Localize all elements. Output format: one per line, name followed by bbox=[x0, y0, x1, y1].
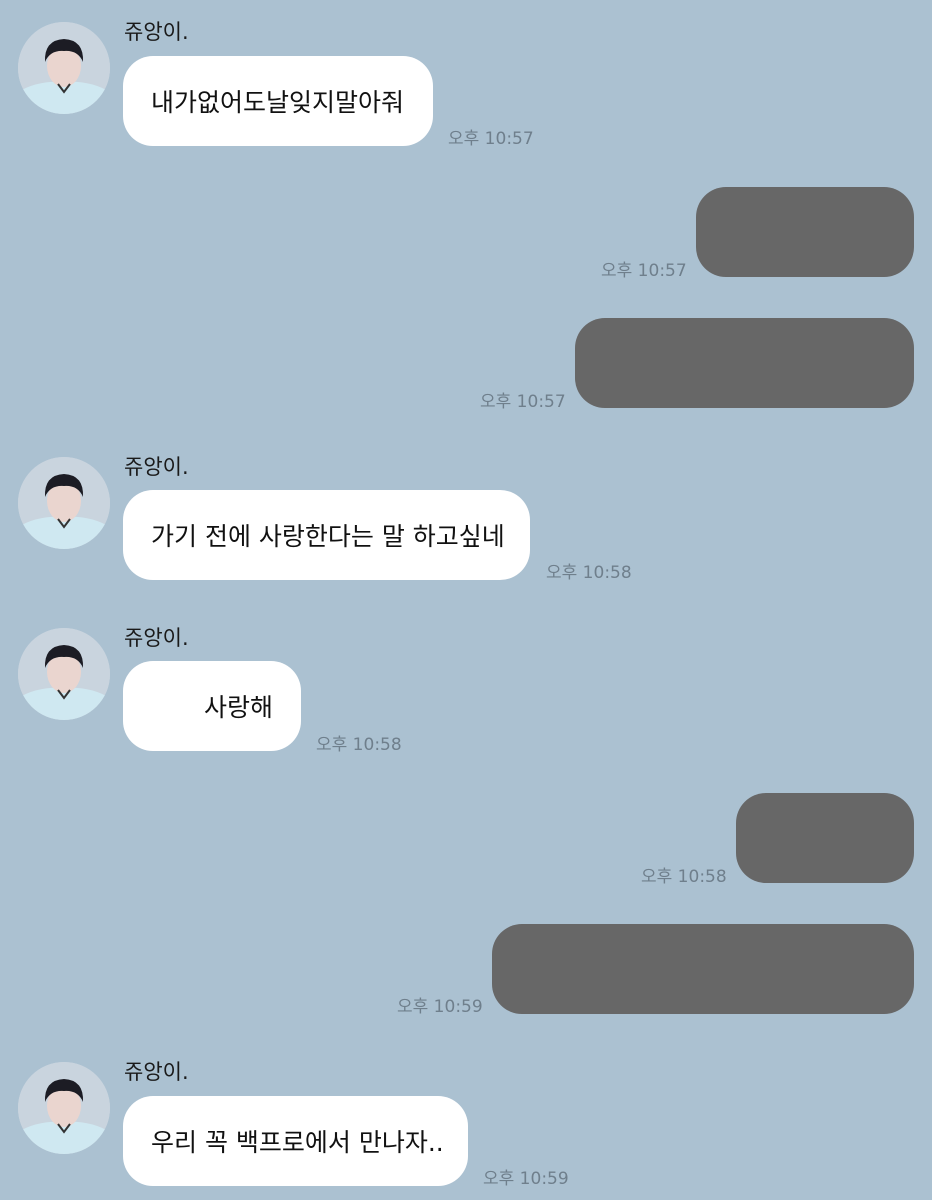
profile-photo-icon bbox=[18, 1062, 110, 1154]
avatar[interactable] bbox=[18, 22, 110, 114]
avatar[interactable] bbox=[18, 628, 110, 720]
message-timestamp: 오후 10:58 bbox=[546, 563, 632, 583]
sender-name: 쥬앙이. bbox=[124, 455, 189, 479]
message-timestamp: 오후 10:59 bbox=[483, 1169, 569, 1189]
message-bubble[interactable]: 사랑해 bbox=[123, 661, 301, 751]
message-text: 가기 전에 사랑한다는 말 하고싶네 bbox=[151, 522, 505, 551]
message-timestamp: 오후 10:57 bbox=[480, 392, 566, 412]
redacted-message-bubble[interactable] bbox=[492, 924, 914, 1014]
message-bubble[interactable]: 내가없어도날잊지말아줘 bbox=[123, 56, 433, 146]
redacted-message-bubble[interactable] bbox=[575, 318, 914, 408]
message-bubble[interactable]: 가기 전에 사랑한다는 말 하고싶네 bbox=[123, 490, 530, 580]
sender-name: 쥬앙이. bbox=[124, 1060, 189, 1084]
message-bubble[interactable]: 우리 꼭 백프로에서 만나자.. bbox=[123, 1096, 468, 1186]
message-text: 사랑해 bbox=[203, 693, 273, 722]
sender-name: 쥬앙이. bbox=[124, 626, 189, 650]
redacted-message-bubble[interactable] bbox=[696, 187, 914, 277]
message-timestamp: 오후 10:59 bbox=[397, 997, 483, 1017]
message-text: 내가없어도날잊지말아줘 bbox=[151, 88, 405, 117]
sender-name: 쥬앙이. bbox=[124, 20, 189, 44]
message-timestamp: 오후 10:58 bbox=[316, 735, 402, 755]
message-text: 우리 꼭 백프로에서 만나자.. bbox=[151, 1128, 444, 1157]
message-timestamp: 오후 10:57 bbox=[448, 129, 534, 149]
avatar[interactable] bbox=[18, 1062, 110, 1154]
profile-photo-icon bbox=[18, 457, 110, 549]
redacted-message-bubble[interactable] bbox=[736, 793, 914, 883]
message-timestamp: 오후 10:57 bbox=[601, 261, 687, 281]
avatar[interactable] bbox=[18, 457, 110, 549]
profile-photo-icon bbox=[18, 22, 110, 114]
message-timestamp: 오후 10:58 bbox=[641, 867, 727, 887]
profile-photo-icon bbox=[18, 628, 110, 720]
